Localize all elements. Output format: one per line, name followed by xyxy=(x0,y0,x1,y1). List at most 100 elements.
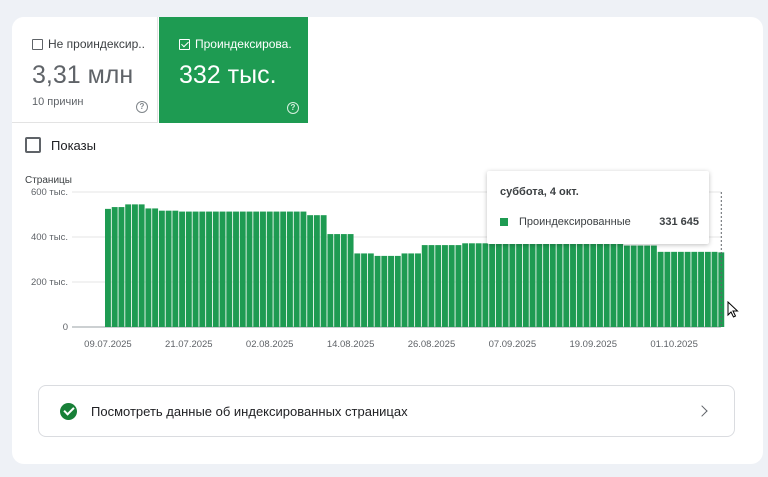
view-indexed-pages-link[interactable]: Посмотреть данные об индексированных стр… xyxy=(38,385,735,437)
chart-bar xyxy=(644,245,651,327)
chart-bar xyxy=(367,253,374,327)
chart-bar xyxy=(327,234,334,327)
tab-not-indexed-header: Не проиндексир... xyxy=(32,37,144,51)
chart-bar xyxy=(253,211,260,327)
chart-bar xyxy=(421,245,428,327)
chart-bar xyxy=(691,251,698,327)
x-tick-label: 07.09.2025 xyxy=(489,339,537,350)
chart-bar xyxy=(536,243,543,327)
chart-bar xyxy=(563,243,570,327)
help-icon[interactable]: ? xyxy=(136,101,148,113)
chart-bar xyxy=(165,210,172,327)
index-status-card: Не проиндексир... 3,31 млн 10 причин ? П… xyxy=(12,17,763,464)
chart-bar xyxy=(320,215,327,327)
chart-bar xyxy=(630,245,637,327)
chart-bar xyxy=(138,204,145,327)
chart-bar xyxy=(455,245,462,327)
y-tick-label: 600 тыс. xyxy=(31,187,68,198)
chart-bar xyxy=(556,243,563,327)
chart-tooltip: суббота, 4 окт. Проиндексированные 331 6… xyxy=(487,171,709,244)
tab-indexed-checkbox[interactable] xyxy=(179,38,190,50)
chart-bar xyxy=(671,251,678,327)
chart-bar xyxy=(442,245,448,327)
chart-bar xyxy=(233,211,239,327)
chart-bar xyxy=(394,255,401,327)
chart-bar xyxy=(684,251,691,327)
tooltip-row: Проиндексированные 331 645 xyxy=(500,216,699,228)
chart-bar xyxy=(495,243,502,327)
check-circle-icon xyxy=(60,402,77,420)
chevron-right-icon xyxy=(696,405,708,417)
chart-bar xyxy=(401,253,408,327)
chart-bar xyxy=(603,243,610,327)
chart-bar xyxy=(185,211,192,327)
chart-bar xyxy=(657,251,664,327)
chart-bar xyxy=(650,245,657,327)
chart-bar xyxy=(152,208,159,327)
chart-bar xyxy=(617,243,624,327)
chart-bar xyxy=(610,243,617,327)
help-icon[interactable]: ? xyxy=(287,102,299,114)
chart-bar xyxy=(388,255,394,327)
y-tick-label: 200 тыс. xyxy=(31,277,68,288)
chart-bar xyxy=(260,211,266,327)
x-tick-label: 09.07.2025 xyxy=(84,339,132,350)
chart-bar xyxy=(334,234,341,327)
chart-bar xyxy=(266,211,273,327)
tab-indexed-value: 332 тыс. xyxy=(179,61,277,89)
chart-bar xyxy=(502,243,509,327)
chart-bar xyxy=(172,210,179,327)
impressions-checkbox[interactable] xyxy=(25,137,41,153)
y-axis-title: Страницы xyxy=(25,175,72,186)
chart-bar xyxy=(347,234,354,327)
chart-bar xyxy=(374,255,381,327)
tab-not-indexed-label: Не проиндексир... xyxy=(48,37,144,51)
chart-bar xyxy=(273,211,280,327)
chart-bar xyxy=(489,243,496,327)
tooltip-series-name: Проиндексированные xyxy=(519,216,631,228)
chart-bar xyxy=(522,243,529,327)
chart-bar xyxy=(711,251,718,327)
chart-bar xyxy=(664,251,671,327)
tab-indexed-label: Проиндексирова... xyxy=(195,37,291,51)
x-tick-label: 21.07.2025 xyxy=(165,339,213,350)
chart-bar xyxy=(206,211,212,327)
chart-bar xyxy=(583,243,590,327)
chart-bar xyxy=(448,245,455,327)
chart-bar xyxy=(381,255,388,327)
impressions-label: Показы xyxy=(51,137,96,153)
chart-bar xyxy=(428,245,435,327)
impressions-toggle[interactable]: Показы xyxy=(25,137,96,153)
tab-not-indexed[interactable]: Не проиндексир... 3,31 млн 10 причин ? xyxy=(12,17,158,123)
x-tick-label: 01.10.2025 xyxy=(650,339,698,350)
chart-bar xyxy=(623,245,630,327)
chart-bar xyxy=(192,211,199,327)
tab-not-indexed-value: 3,31 млн xyxy=(32,61,134,89)
view-indexed-pages-label: Посмотреть данные об индексированных стр… xyxy=(91,403,408,419)
tooltip-value: 331 645 xyxy=(659,216,699,228)
chart-bar xyxy=(408,253,415,327)
x-tick-label: 19.09.2025 xyxy=(569,339,617,350)
chart-bar xyxy=(462,243,469,327)
chart-bar xyxy=(361,253,368,327)
chart-bar xyxy=(118,207,125,327)
chart-bar xyxy=(482,243,489,327)
chart-bar xyxy=(576,243,583,327)
chart-bar xyxy=(219,211,226,327)
chart-bar xyxy=(435,245,442,327)
chart-bar xyxy=(286,211,293,327)
chart-bar xyxy=(590,243,597,327)
chart-bar xyxy=(354,253,361,327)
chart-bar xyxy=(307,215,314,327)
chart-bar xyxy=(637,245,644,327)
chart-bar xyxy=(549,243,556,327)
chart-bar xyxy=(111,207,118,327)
tab-not-indexed-checkbox[interactable] xyxy=(32,38,43,50)
chart-bar xyxy=(313,215,320,327)
tab-indexed[interactable]: Проиндексирова... 332 тыс. ? xyxy=(159,17,308,123)
mouse-cursor-icon xyxy=(727,301,739,318)
chart-bar xyxy=(125,204,132,327)
chart-bar xyxy=(516,243,523,327)
chart-bar xyxy=(340,234,347,327)
chart-bar xyxy=(704,251,711,327)
